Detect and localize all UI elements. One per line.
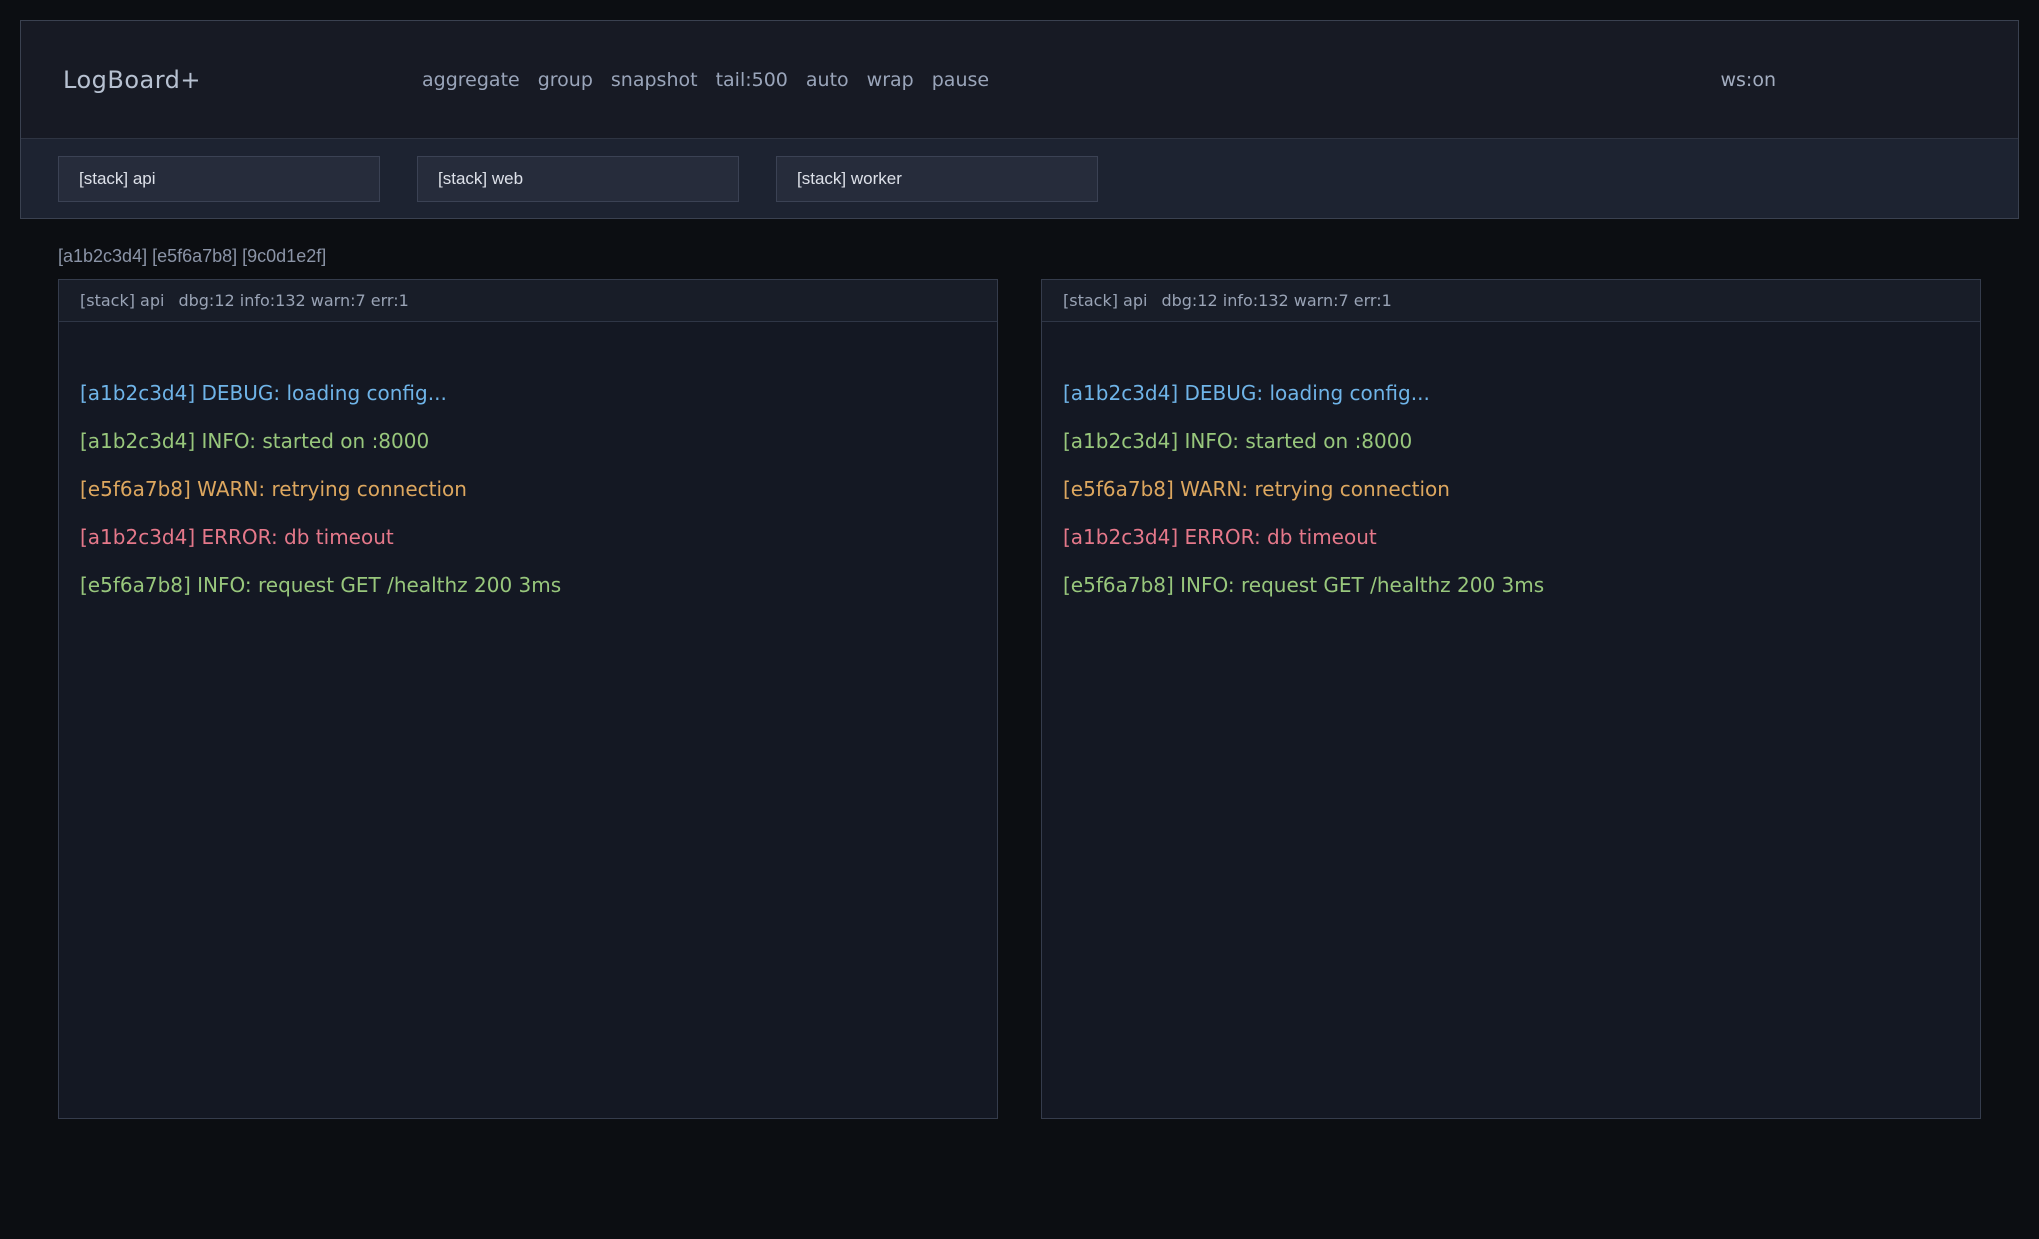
- log-line-warn: [e5f6a7b8] WARN: retrying connection: [80, 465, 977, 513]
- toolbar-item-wrap[interactable]: wrap: [867, 69, 914, 91]
- log-line-debug: [a1b2c3d4] DEBUG: loading config...: [80, 369, 977, 417]
- log-line-info: [e5f6a7b8] INFO: request GET /healthz 20…: [1063, 561, 1960, 609]
- log-line-error: [a1b2c3d4] ERROR: db timeout: [1063, 513, 1960, 561]
- panel-source-label: [stack] api: [80, 291, 164, 310]
- stack-filter-chip[interactable]: [stack] worker: [776, 156, 1098, 202]
- log-panel-2: [stack] api dbg:12 info:132 warn:7 err:1…: [1041, 279, 1981, 1119]
- log-line-info: [e5f6a7b8] INFO: request GET /healthz 20…: [80, 561, 977, 609]
- panel-source-label: [stack] api: [1063, 291, 1147, 310]
- toolbar-item-tail-500[interactable]: tail:500: [716, 69, 788, 91]
- toolbar-item-pause[interactable]: pause: [932, 69, 989, 91]
- log-panel-body[interactable]: [a1b2c3d4] DEBUG: loading config...[a1b2…: [59, 322, 997, 1118]
- log-line-info: [a1b2c3d4] INFO: started on :8000: [80, 417, 977, 465]
- log-panel-header: [stack] api dbg:12 info:132 warn:7 err:1: [1042, 280, 1980, 322]
- app-title: LogBoard+: [63, 66, 201, 94]
- log-line-debug: [a1b2c3d4] DEBUG: loading config...: [1063, 369, 1960, 417]
- toolbar-item-aggregate[interactable]: aggregate: [422, 69, 520, 91]
- stack-filter-chip[interactable]: [stack] api: [58, 156, 380, 202]
- panel-stats: dbg:12 info:132 warn:7 err:1: [1161, 291, 1391, 310]
- log-line-error: [a1b2c3d4] ERROR: db timeout: [80, 513, 977, 561]
- log-line-warn: [e5f6a7b8] WARN: retrying connection: [1063, 465, 1960, 513]
- log-panels: [stack] api dbg:12 info:132 warn:7 err:1…: [58, 279, 1981, 1119]
- stack-filter-chip[interactable]: [stack] web: [417, 156, 739, 202]
- toolbar-menu: aggregate group snapshot tail:500 auto wrappa…: [422, 69, 989, 91]
- log-line-info: [a1b2c3d4] INFO: started on :8000: [1063, 417, 1960, 465]
- topbar: LogBoard+ aggregate group snapshot tail:500…: [20, 20, 2019, 219]
- titlebar: LogBoard+ aggregate group snapshot tail:500…: [21, 21, 2018, 138]
- toolbar-item-auto[interactable]: auto: [806, 69, 849, 91]
- ws-status: ws:on: [1720, 69, 1776, 91]
- log-panel-1: [stack] api dbg:12 info:132 warn:7 err:1…: [58, 279, 998, 1119]
- filter-bar: [stack] api [stack] web [stack] worker: [21, 138, 2018, 218]
- panel-stats: dbg:12 info:132 warn:7 err:1: [178, 291, 408, 310]
- toolbar-item-snapshot[interactable]: snapshot: [611, 69, 698, 91]
- trace-id-row: [a1b2c3d4] [e5f6a7b8] [9c0d1e2f]: [58, 246, 326, 267]
- log-panel-header: [stack] api dbg:12 info:132 warn:7 err:1: [59, 280, 997, 322]
- toolbar-item-group[interactable]: group: [538, 69, 593, 91]
- log-panel-body[interactable]: [a1b2c3d4] DEBUG: loading config...[a1b2…: [1042, 322, 1980, 1118]
